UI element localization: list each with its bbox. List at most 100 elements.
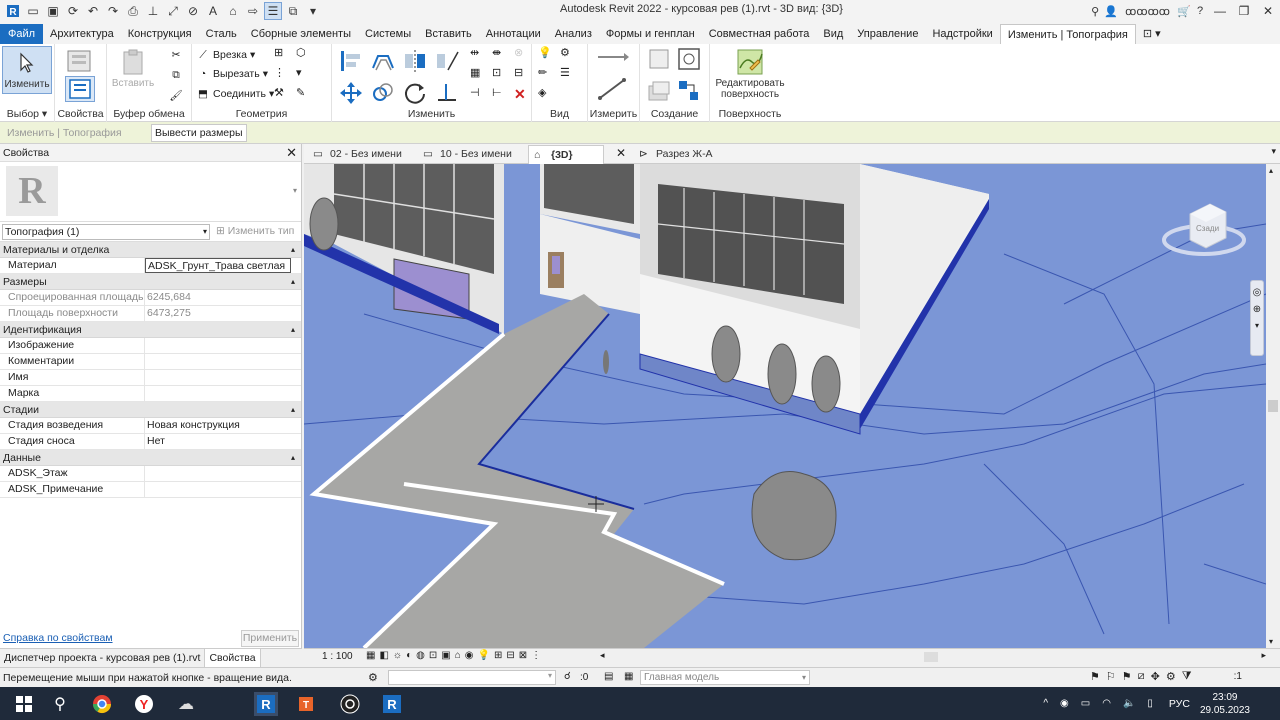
copy-element-icon[interactable] <box>370 80 396 106</box>
edit-type-button[interactable]: ⊞ Изменить тип <box>216 225 294 237</box>
tab-collaborate[interactable]: Совместная работа <box>702 24 817 44</box>
select-links-icon[interactable]: ⚑ <box>1090 670 1100 683</box>
trim-multiple-icon[interactable]: ⊣ <box>470 86 488 104</box>
tab-architecture[interactable]: Архитектура <box>43 24 121 44</box>
offset-icon[interactable] <box>370 48 396 74</box>
split-element-icon[interactable]: ⇹ <box>470 46 488 64</box>
override-graphics-icon[interactable]: ⚙ <box>560 46 578 64</box>
create-group-icon[interactable] <box>646 78 672 104</box>
tab-modify-topography[interactable]: Изменить | Топография <box>999 24 1136 44</box>
view-tab-section[interactable]: ⊳ Разрез Ж-А <box>634 145 744 164</box>
visual-style-icon[interactable]: ◧ <box>379 650 388 661</box>
tab-properties[interactable]: Свойства <box>205 649 261 667</box>
viewport-vertical-scrollbar[interactable]: ▴ ▾ <box>1266 164 1280 648</box>
yandex-browser-icon[interactable]: Y <box>132 692 156 716</box>
modify-button[interactable]: Изменить <box>2 46 52 94</box>
analytical-model-icon[interactable]: ⊠ <box>519 650 527 661</box>
remove-paint-icon[interactable]: ✎ <box>296 86 314 104</box>
tray-chevron-icon[interactable]: ^ <box>1043 698 1048 709</box>
editing-requests-icon[interactable]: ☌ <box>564 671 571 682</box>
trim-extend-icon[interactable] <box>434 80 460 106</box>
tab-file[interactable]: Файл <box>0 24 44 44</box>
crop-view-icon[interactable]: ⊡ <box>429 650 437 661</box>
show-crop-icon[interactable]: ▣ <box>441 650 450 661</box>
cut-geometry-tool[interactable]: ◔ Вырезать ▾ <box>196 65 268 83</box>
app-icon[interactable]: ☁ <box>174 692 198 716</box>
align-icon[interactable] <box>338 48 364 74</box>
undo-icon[interactable]: ↶ <box>84 2 102 20</box>
tab-manage[interactable]: Управление <box>850 24 925 44</box>
demolish-icon[interactable]: ⚒ <box>274 86 292 104</box>
search-icon[interactable]: ⚲ <box>48 692 72 716</box>
tab-project-browser[interactable]: Диспетчер проекта - курсовая рев (1).rvt <box>0 649 206 667</box>
tab-view[interactable]: Вид <box>816 24 850 44</box>
cut-tool[interactable]: ✂ <box>169 46 183 64</box>
create-assembly-icon[interactable] <box>676 46 702 72</box>
wall-joins-icon[interactable]: ⊞ <box>274 46 292 64</box>
zoom-icon[interactable]: ⊕ <box>1252 304 1262 315</box>
property-group-header[interactable]: Стадии ▴ <box>0 402 301 418</box>
minimize-button[interactable]: — <box>1208 4 1232 18</box>
chrome-icon[interactable] <box>90 692 114 716</box>
active-workset-select[interactable]: ▾ <box>388 670 556 685</box>
tray-network-icon[interactable]: ▭ <box>1081 698 1090 709</box>
property-group-header[interactable]: Идентификация ▴ <box>0 322 301 338</box>
paste-button[interactable]: Вставить <box>112 46 154 89</box>
scroll-down-icon[interactable]: ▾ <box>1269 637 1273 646</box>
linework-icon[interactable]: ✏ <box>538 66 556 84</box>
property-group-header[interactable]: Размеры ▴ <box>0 274 301 290</box>
view-tabs-menu-icon[interactable]: ▾ <box>1271 146 1276 157</box>
array-icon[interactable]: ▦ <box>470 66 488 84</box>
detail-level-icon[interactable]: ▦ <box>366 650 375 661</box>
aligned-dimension-icon[interactable]: ⤢ <box>164 2 182 20</box>
join-tool[interactable]: ⬒ Соединить ▾ <box>196 85 274 103</box>
create-parts-icon[interactable] <box>646 46 672 72</box>
properties-help-link[interactable]: Справка по свойствам <box>3 632 113 644</box>
scroll-left-icon[interactable]: ◂ <box>600 650 605 661</box>
horizontal-scroll-thumb[interactable] <box>924 652 938 662</box>
view-cube-small-icon[interactable]: ◈ <box>538 86 556 104</box>
select-by-face-icon[interactable]: ⧄ <box>1138 670 1145 683</box>
tab-analyze[interactable]: Анализ <box>548 24 599 44</box>
scroll-thumb[interactable] <box>1268 400 1278 412</box>
tab-systems[interactable]: Системы <box>358 24 418 44</box>
tab-insert[interactable]: Вставить <box>418 24 479 44</box>
switch-windows-icon[interactable]: ⧉ <box>284 2 302 20</box>
collapse-group-icon[interactable]: ▴ <box>291 402 295 418</box>
temp-view-properties-icon[interactable]: ⊞ <box>494 650 502 661</box>
edit-surface-button[interactable]: Редактировать поверхность <box>714 46 786 100</box>
render-icon[interactable]: ◍ <box>416 650 425 661</box>
restore-button[interactable]: ❐ <box>1232 4 1256 18</box>
input-language[interactable]: РУС <box>1169 698 1190 710</box>
nav-bar-menu-icon[interactable]: ▾ <box>1252 321 1262 330</box>
close-icon[interactable]: ✕ <box>286 144 297 162</box>
volume-icon[interactable]: 🔈 <box>1123 698 1135 709</box>
measure-icon[interactable]: ⊥ <box>144 2 162 20</box>
windows-start-icon[interactable] <box>12 692 36 716</box>
3d-viewport[interactable]: Сзади ◎ ⊕ ▾ <box>304 164 1266 648</box>
thin-lines-icon[interactable]: ☰ <box>264 2 282 20</box>
print-icon[interactable]: ⎙ <box>124 2 142 20</box>
user-icon[interactable]: 👤 <box>1103 5 1119 18</box>
match-type-tool[interactable]: 🖌 <box>169 86 183 104</box>
tab-precast[interactable]: Сборные элементы <box>244 24 358 44</box>
sync-icon[interactable]: ⟳ <box>64 2 82 20</box>
unpin-icon[interactable]: ⊟ <box>514 66 532 84</box>
trim-single-icon[interactable]: ⊢ <box>492 86 510 104</box>
select-underlay-icon[interactable]: ⚐ <box>1106 670 1116 683</box>
redo-icon[interactable]: ↷ <box>104 2 122 20</box>
move-icon[interactable] <box>338 80 364 106</box>
help-icon[interactable]: ? <box>1192 5 1208 17</box>
save-icon[interactable]: ▣ <box>44 2 62 20</box>
split-gap-icon[interactable]: ⇼ <box>492 46 510 64</box>
tab-addins[interactable]: Надстройки <box>925 24 999 44</box>
property-value[interactable]: ADSK_Грунт_Трава светлая <box>145 258 291 273</box>
teams-icon[interactable]: T <box>296 692 320 716</box>
clock[interactable]: 23:09 29.05.2023 <box>1200 691 1250 717</box>
property-value[interactable] <box>145 354 301 369</box>
ribbon-options-toggle[interactable]: ⊡ ▾ <box>1136 24 1168 44</box>
revit-viewer-icon[interactable]: R <box>380 692 404 716</box>
tab-structure[interactable]: Конструкция <box>121 24 199 44</box>
tab-steel[interactable]: Сталь <box>199 24 244 44</box>
user-name[interactable]: ꝏꝏꝏꝏ <box>1125 5 1170 18</box>
